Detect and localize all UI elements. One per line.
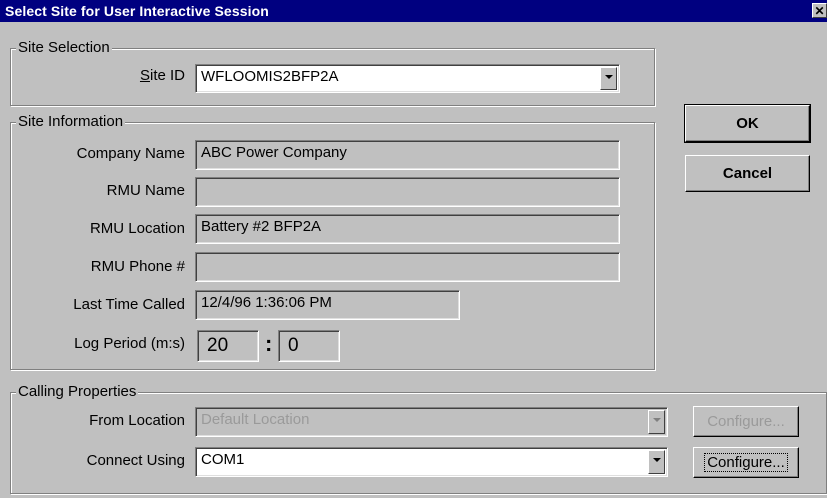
site-id-label: Site ID <box>139 67 185 84</box>
chevron-down-icon[interactable] <box>648 450 665 474</box>
title-bar: Select Site for User Interactive Session… <box>0 0 827 22</box>
last-time-called-label: Last Time Called <box>73 296 185 313</box>
window-title: Select Site for User Interactive Session <box>5 3 269 19</box>
configure-connection-button[interactable]: Configure... <box>693 447 799 478</box>
from-location-label: From Location <box>89 412 185 429</box>
log-period-label: Log Period (m:s) <box>74 335 185 352</box>
last-time-called-field: 12/4/96 1:36:06 PM <box>195 290 460 320</box>
log-period-seconds-field: 0 <box>278 330 340 362</box>
connect-using-label: Connect Using <box>86 452 185 469</box>
from-location-dropdown: Default Location <box>195 407 668 437</box>
rmu-name-label: RMU Name <box>106 182 185 199</box>
company-name-label: Company Name <box>76 145 185 162</box>
chevron-down-icon[interactable] <box>600 67 617 90</box>
cancel-button[interactable]: Cancel <box>685 155 810 192</box>
rmu-location-field: Battery #2 BFP2A <box>195 214 620 244</box>
site-information-legend: Site Information <box>16 113 126 130</box>
ok-button[interactable]: OK <box>684 104 811 143</box>
connect-using-dropdown[interactable]: COM1 <box>195 447 668 477</box>
rmu-name-field <box>195 177 620 207</box>
calling-properties-legend: Calling Properties <box>16 383 139 400</box>
site-id-dropdown[interactable]: WFLOOMIS2BFP2A <box>195 64 620 93</box>
configure-location-button: Configure... <box>693 406 799 437</box>
close-icon[interactable]: ✕ <box>812 3 827 18</box>
log-period-separator: : <box>265 331 273 356</box>
rmu-location-label: RMU Location <box>89 220 185 237</box>
rmu-phone-label: RMU Phone # <box>90 258 185 275</box>
company-name-field: ABC Power Company <box>195 140 620 170</box>
site-id-value: WFLOOMIS2BFP2A <box>201 68 339 85</box>
log-period-minutes-field: 20 <box>197 330 259 362</box>
from-location-value: Default Location <box>201 411 310 428</box>
connect-using-value: COM1 <box>201 451 245 468</box>
chevron-down-icon <box>648 410 665 434</box>
site-selection-legend: Site Selection <box>16 39 112 56</box>
rmu-phone-field <box>195 252 620 282</box>
